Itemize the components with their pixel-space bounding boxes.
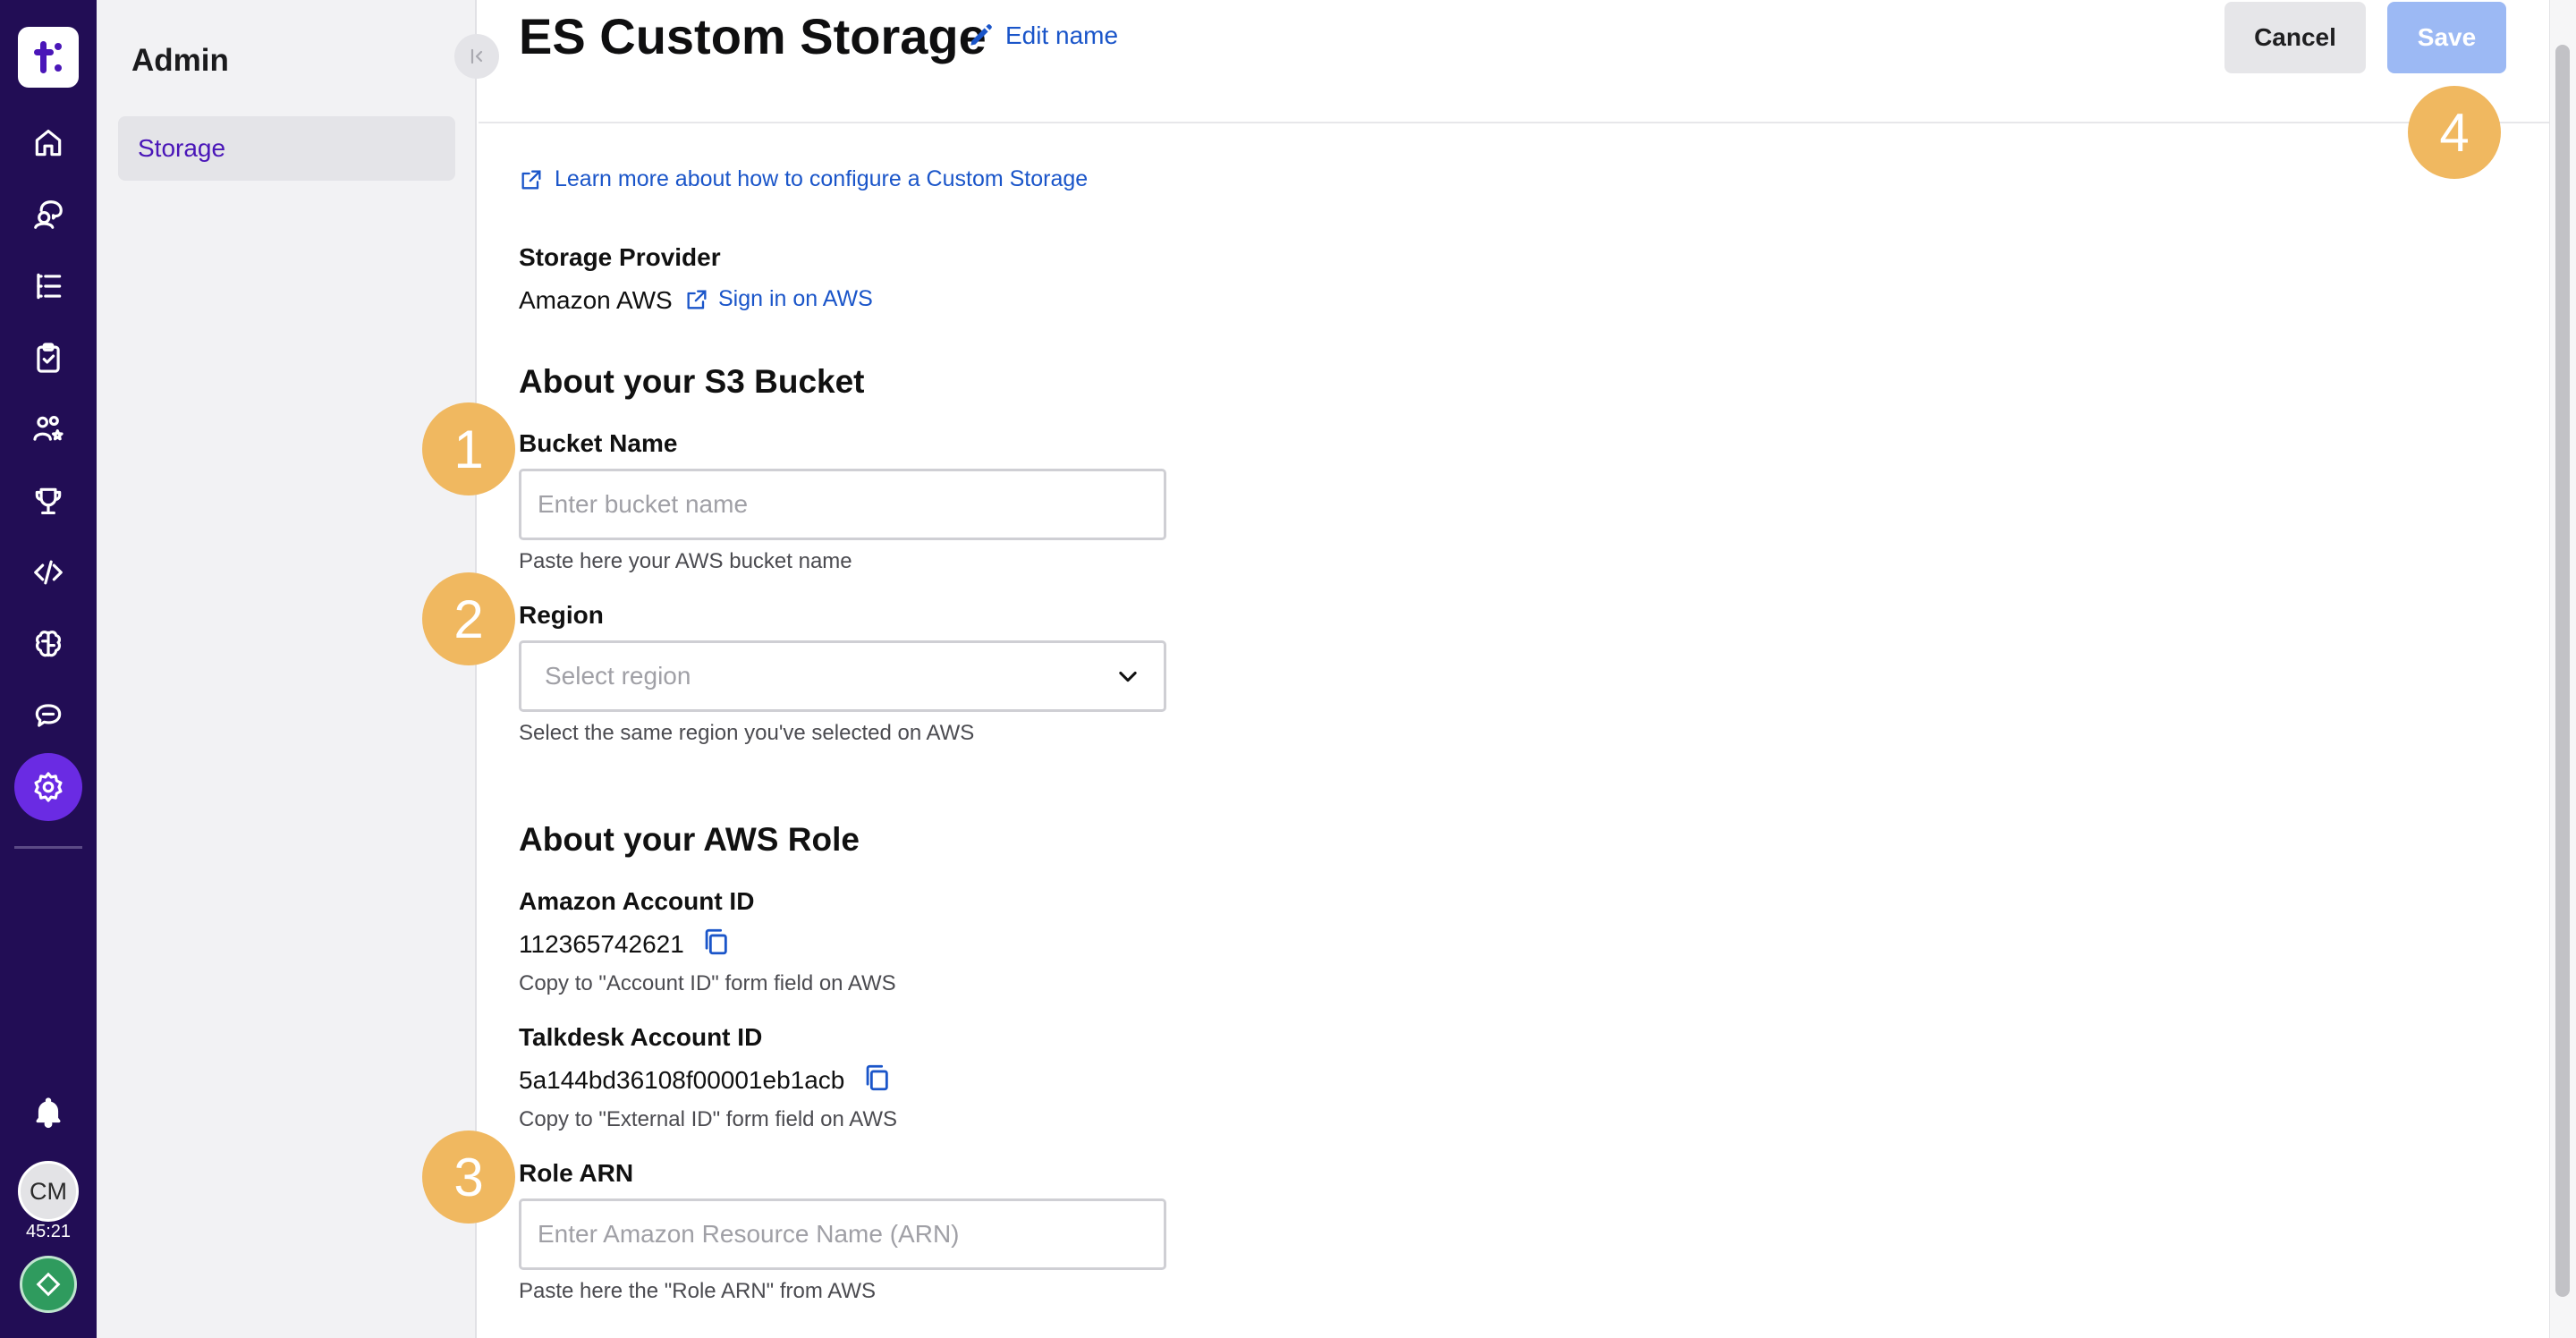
sidebar-item-storage[interactable]: Storage [118, 116, 455, 181]
trophy-icon[interactable] [27, 479, 70, 522]
role-arn-helper: Paste here the "Role ARN" from AWS [519, 1279, 876, 1303]
list-icon[interactable] [27, 265, 70, 308]
session-timer: 45:21 [25, 1222, 72, 1241]
role-arn-input[interactable] [519, 1198, 1166, 1270]
settings-icon[interactable] [27, 766, 70, 809]
edit-name-link[interactable]: Edit name [966, 21, 1118, 50]
chevron-down-icon [1119, 671, 1137, 682]
storage-provider-label: Storage Provider [519, 243, 721, 271]
role-arn-label: Role ARN [519, 1159, 634, 1187]
agent-icon[interactable] [27, 193, 70, 236]
main-content: ES Custom Storage Edit name Cancel Save … [479, 0, 2549, 1338]
talkdesk-account-id-helper: Copy to "External ID" form field on AWS [519, 1107, 897, 1131]
clipboard-icon[interactable] [27, 336, 70, 379]
status-indicator[interactable] [20, 1256, 77, 1313]
annotation-badge-3: 3 [422, 1131, 515, 1224]
save-button[interactable]: Save [2387, 2, 2506, 73]
talkdesk-logo[interactable] [18, 27, 79, 88]
storage-provider-value: Amazon AWS [519, 286, 673, 314]
amazon-account-id-helper: Copy to "Account ID" form field on AWS [519, 971, 896, 995]
collapse-panel-button[interactable] [454, 34, 499, 79]
talkdesk-account-id-value: 5a144bd36108f00001eb1acb [519, 1066, 845, 1094]
bucket-name-label: Bucket Name [519, 429, 678, 457]
sign-in-aws-label: Sign in on AWS [718, 286, 873, 311]
learn-more-label: Learn more about how to configure a Cust… [555, 166, 1089, 191]
bell-icon[interactable] [27, 1091, 70, 1134]
sidebar-item-label: Storage [138, 134, 226, 162]
aws-role-section-title: About your AWS Role [519, 821, 860, 858]
annotation-badge-1: 1 [422, 402, 515, 495]
pencil-icon [970, 24, 992, 46]
home-icon[interactable] [27, 122, 70, 165]
region-helper: Select the same region you've selected o… [519, 721, 975, 745]
chat-icon[interactable] [27, 694, 70, 737]
page-title: ES Custom Storage [519, 8, 987, 64]
diamond-icon [36, 1272, 61, 1297]
copy-talkdesk-account-id-icon[interactable] [861, 1063, 892, 1093]
collapse-icon [470, 48, 483, 64]
logo-glyph [34, 41, 62, 73]
amazon-account-id-value: 112365742621 [519, 930, 684, 958]
annotation-badge-4: 4 [2408, 86, 2501, 179]
learn-more-link[interactable]: Learn more about how to configure a Cust… [519, 166, 1088, 192]
admin-side-panel: Admin Storage [97, 0, 477, 1338]
external-link-icon [521, 170, 541, 189]
code-icon[interactable] [27, 551, 70, 594]
external-link-icon [687, 290, 707, 309]
region-select[interactable]: Select region [519, 640, 1166, 712]
cancel-button[interactable]: Cancel [2224, 2, 2366, 73]
annotation-badge-2: 2 [422, 572, 515, 665]
bucket-name-input[interactable] [519, 469, 1166, 540]
talkdesk-account-id-label: Talkdesk Account ID [519, 1023, 763, 1051]
bucket-name-helper: Paste here your AWS bucket name [519, 549, 852, 573]
sign-in-aws-link[interactable]: Sign in on AWS [684, 286, 873, 312]
rail-divider [14, 846, 82, 849]
scrollbar-thumb[interactable] [2555, 45, 2570, 1297]
people-icon[interactable] [27, 408, 70, 451]
copy-amazon-account-id-icon[interactable] [700, 927, 731, 957]
amazon-account-id-label: Amazon Account ID [519, 887, 755, 915]
app-nav-rail: CM 45:21 [0, 0, 97, 1338]
avatar[interactable]: CM [18, 1161, 79, 1222]
region-placeholder: Select region [545, 662, 691, 690]
s3-bucket-section-title: About your S3 Bucket [519, 363, 865, 400]
edit-name-label: Edit name [1005, 21, 1119, 49]
side-panel-title: Admin [131, 43, 229, 78]
region-label: Region [519, 601, 604, 629]
brain-icon[interactable] [27, 622, 70, 665]
header-divider [479, 122, 2549, 123]
